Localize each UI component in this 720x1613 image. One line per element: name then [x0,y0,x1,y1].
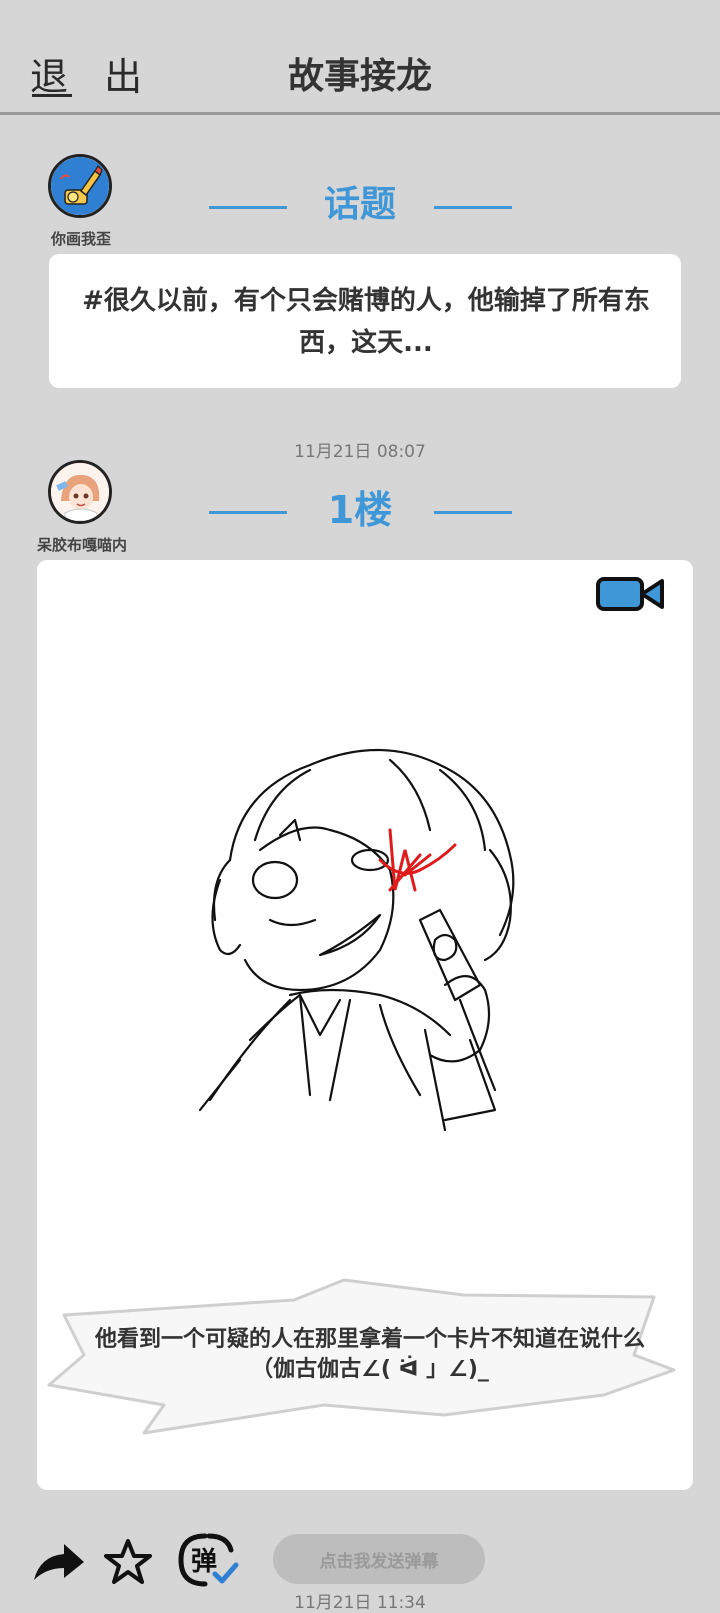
app-header: 退 出 故事接龙 [0,0,720,115]
floor1-timestamp: 11月21日 08:07 [294,442,426,462]
danmaku-input[interactable]: 点击我发送弹幕 [273,1534,485,1584]
video-camera-icon[interactable] [596,576,666,612]
page-title: 故事接龙 [287,56,432,97]
floor1-author-name: 呆胶布嘎喵内 [36,536,127,554]
topic-text: #很久以前，有个只会赌博的人，他输掉了所有东西，这天... [82,286,650,358]
floor1-section-label: 1楼 [327,488,393,532]
header-divider [0,112,720,115]
share-arrow-icon[interactable] [30,1542,86,1582]
topic-rule-right [434,206,512,209]
floor1-caption: 他看到一个可疑的人在那里拿着一个卡片不知道在说什么（伽古伽古∠( ᐛ 」∠)_ [94,1327,645,1382]
floor1-rule-right [434,511,512,514]
topic-section-label: 话题 [323,184,396,225]
topic-author-name: 你画我歪 [50,230,111,248]
star-icon[interactable] [103,1538,153,1586]
next-post-timestamp: 11月21日 11:34 [294,1593,426,1613]
sketch-drawing [198,748,515,1132]
danmaku-toggle-icon[interactable]: 弹 [175,1532,241,1588]
